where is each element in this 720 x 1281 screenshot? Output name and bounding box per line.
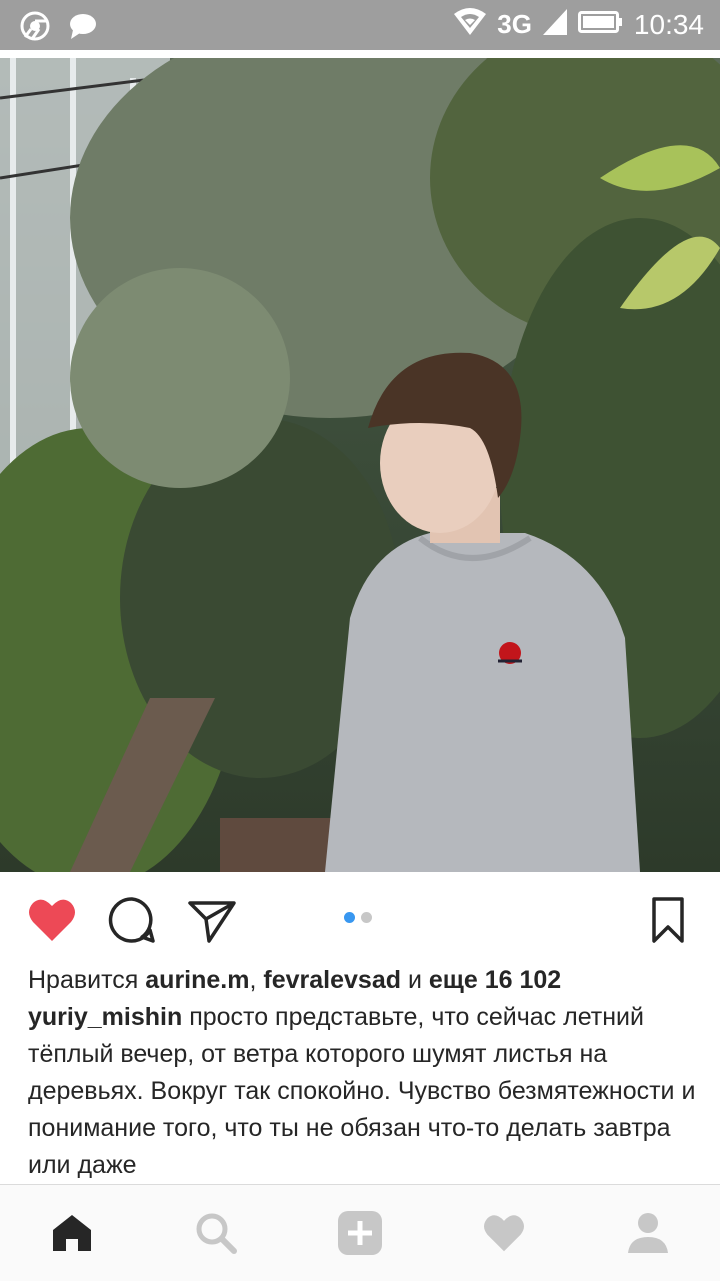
profile-icon (628, 1213, 668, 1253)
liker-username[interactable]: aurine.m (145, 966, 249, 994)
home-icon (53, 1215, 91, 1251)
save-button[interactable] (642, 894, 694, 946)
carousel-dot-active (344, 912, 355, 923)
nav-home[interactable] (48, 1209, 96, 1257)
status-bar: 3G 10:34 (0, 0, 720, 50)
comment-button[interactable] (106, 894, 158, 946)
likes-count[interactable]: еще 16 102 (429, 966, 561, 994)
liker-username[interactable]: fevralevsad (263, 966, 401, 994)
bookmark-icon (652, 897, 684, 943)
likes-separator: , (249, 966, 257, 994)
chat-bubble-icon (68, 12, 98, 45)
author-username[interactable]: yuriy_mishin (28, 1003, 182, 1031)
nav-activity[interactable] (480, 1209, 528, 1257)
share-button[interactable] (186, 894, 238, 946)
divider (0, 50, 720, 58)
chrome-icon (20, 11, 50, 46)
carousel-indicator (344, 912, 372, 923)
bottom-nav (0, 1184, 720, 1281)
likes-prefix: Нравится (28, 966, 139, 994)
network-type: 3G (497, 9, 532, 39)
post-photo[interactable] (0, 58, 720, 872)
nav-add[interactable] (336, 1209, 384, 1257)
nav-search[interactable] (192, 1209, 240, 1257)
wifi-icon (453, 8, 487, 41)
nav-profile[interactable] (624, 1209, 672, 1257)
clock: 10:34 (633, 8, 704, 40)
search-icon (196, 1213, 237, 1254)
heart-filled-icon (29, 899, 75, 941)
caption: yuriy_mishin просто представьте, что сей… (28, 999, 698, 1184)
post-actions (0, 872, 720, 964)
send-icon (188, 901, 236, 943)
signal-icon (542, 8, 568, 41)
post-caption-area: Нравится aurine.m, fevralevsad и еще 16 … (28, 962, 698, 1184)
carousel-dot (361, 912, 372, 923)
likes-and: и (407, 966, 422, 994)
battery-icon (577, 10, 624, 39)
add-icon (338, 1211, 382, 1255)
comment-icon (108, 897, 155, 943)
heart-icon (484, 1215, 524, 1252)
like-button[interactable] (26, 894, 78, 946)
likes-line: Нравится aurine.m, fevralevsad и еще 16 … (28, 962, 698, 999)
